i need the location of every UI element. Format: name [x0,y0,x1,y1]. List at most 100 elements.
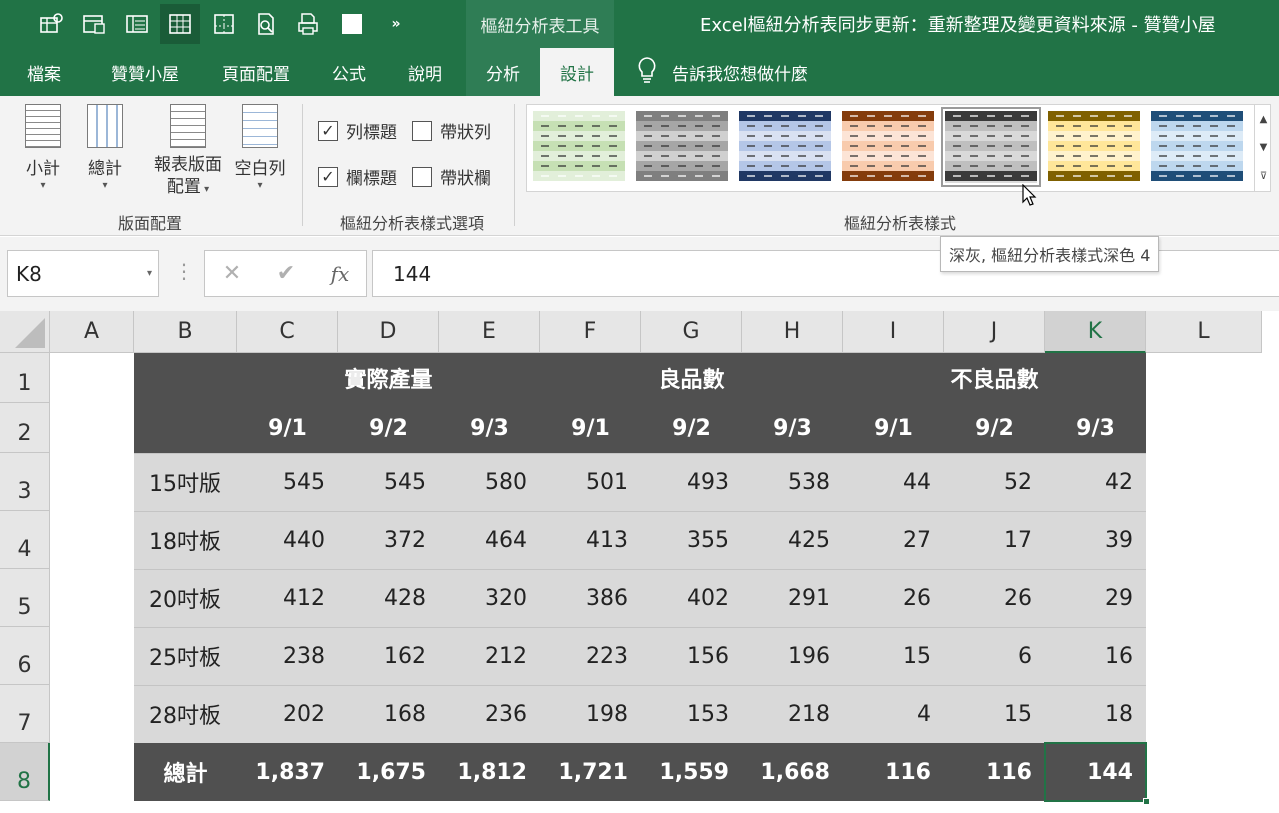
column-header-c[interactable]: C [237,311,338,353]
gallery-more-icon[interactable]: ⊽ [1254,161,1272,191]
pivot-layout-icon[interactable] [74,4,114,44]
row-header-7[interactable]: 7 [0,685,50,743]
pivot-refresh-icon[interactable] [32,4,72,44]
pivot-value-cell[interactable]: 291 [742,569,843,627]
pivot-value-cell[interactable]: 236 [439,685,540,743]
pivot-value-cell[interactable]: 18 [1045,685,1146,743]
pivot-date-header[interactable]: 9/2 [641,403,742,453]
pivot-row-label[interactable]: 20吋板 [134,569,237,627]
pivot-total-cell[interactable]: 1,721 [540,743,641,801]
tab-page-layout[interactable]: 頁面配置 [210,48,302,96]
pivot-row-label[interactable]: 25吋板 [134,627,237,685]
pivot-value-cell[interactable]: 386 [540,569,641,627]
tab-help[interactable]: 說明 [395,48,455,96]
tab-file[interactable]: 檔案 [14,48,74,96]
pivot-value-cell[interactable]: 440 [237,511,338,569]
pivot-value-cell[interactable]: 218 [742,685,843,743]
pivot-value-cell[interactable]: 26 [843,569,944,627]
row-header-4[interactable]: 4 [0,511,50,569]
banded-rows-checkbox[interactable]: 帶狀列 [412,118,491,143]
pivot-value-cell[interactable]: 168 [338,685,439,743]
row-header-5[interactable]: 5 [0,569,50,627]
pivot-value-cell[interactable]: 15 [843,627,944,685]
pivot-group-header[interactable]: 實際產量 [237,353,540,403]
pivot-total-cell[interactable]: 1,559 [641,743,742,801]
style-swatch-gray-dark-4[interactable] [941,107,1041,187]
pivot-date-header[interactable]: 9/3 [1045,403,1146,453]
pivot-value-cell[interactable]: 26 [944,569,1045,627]
pivot-value-cell[interactable]: 198 [540,685,641,743]
blank-rows-button[interactable]: 空白列 ▾ [232,104,288,193]
pivot-value-cell[interactable]: 320 [439,569,540,627]
pivot-total-label[interactable]: 總計 [134,743,237,801]
pivot-date-header[interactable]: 9/3 [439,403,540,453]
column-header-h[interactable]: H [742,311,843,353]
style-swatch-blue-dark[interactable] [739,111,831,183]
tell-me-box[interactable]: 告訴我您想做什麼 [636,48,808,96]
style-swatch-orange-dark[interactable] [842,111,934,183]
pivot-value-cell[interactable]: 580 [439,453,540,511]
pivot-date-header[interactable]: 9/3 [742,403,843,453]
pivot-total-cell[interactable]: 1,675 [338,743,439,801]
pivot-value-cell[interactable]: 238 [237,627,338,685]
pivot-row-label[interactable]: 28吋板 [134,685,237,743]
pivot-group-header[interactable]: 良品數 [540,353,843,403]
pivot-value-cell[interactable]: 29 [1045,569,1146,627]
pivot-value-cell[interactable]: 153 [641,685,742,743]
enter-icon[interactable]: ✔ [259,251,313,296]
pivot-date-header[interactable]: 9/2 [944,403,1045,453]
tab-analyze[interactable]: 分析 [466,48,540,96]
pivot-value-cell[interactable]: 402 [641,569,742,627]
pivot-value-cell[interactable]: 52 [944,453,1045,511]
print-icon[interactable] [288,4,328,44]
more-icon[interactable]: » [376,4,416,44]
row-header-8[interactable]: 8 [0,743,50,801]
pivot-value-cell[interactable]: 196 [742,627,843,685]
chevron-down-icon[interactable]: ▾ [147,268,152,279]
column-header-j[interactable]: J [944,311,1045,353]
column-header-e[interactable]: E [439,311,540,353]
pivot-date-header[interactable]: 9/1 [237,403,338,453]
pivot-value-cell[interactable]: 42 [1045,453,1146,511]
field-list-icon[interactable] [117,4,157,44]
report-layout-button[interactable]: 報表版面 配置 ▾ [150,104,226,198]
pivot-total-cell[interactable]: 116 [944,743,1045,801]
pivot-date-header[interactable]: 9/1 [843,403,944,453]
pivot-value-cell[interactable]: 162 [338,627,439,685]
row-header-6[interactable]: 6 [0,627,50,685]
row-header-2[interactable]: 2 [0,403,50,453]
pivot-value-cell[interactable]: 156 [641,627,742,685]
pivot-value-cell[interactable]: 202 [237,685,338,743]
column-header-g[interactable]: G [641,311,742,353]
pivot-value-cell[interactable]: 501 [540,453,641,511]
pivot-value-cell[interactable]: 15 [944,685,1045,743]
pivot-total-cell[interactable]: 1,837 [237,743,338,801]
pivot-total-cell[interactable]: 1,668 [742,743,843,801]
pivot-total-cell[interactable]: 1,812 [439,743,540,801]
pivot-group-header[interactable]: 不良品數 [843,353,1146,403]
pivot-value-cell[interactable]: 27 [843,511,944,569]
name-box[interactable]: K8 ▾ [7,250,159,297]
style-swatch-gold-dark[interactable] [1048,111,1140,183]
cancel-icon[interactable]: ✕ [205,251,259,296]
row-header-3[interactable]: 3 [0,453,50,511]
layout-icon[interactable] [204,4,244,44]
pivot-value-cell[interactable]: 428 [338,569,439,627]
pivot-value-cell[interactable]: 425 [742,511,843,569]
blank-icon[interactable] [332,4,372,44]
pivot-value-cell[interactable]: 4 [843,685,944,743]
column-header-a[interactable]: A [50,311,134,353]
tab-formulas[interactable]: 公式 [318,48,380,96]
gallery-scroll-up-icon[interactable]: ▲ [1254,105,1272,133]
column-header-d[interactable]: D [338,311,439,353]
pivot-value-cell[interactable]: 412 [237,569,338,627]
pivot-value-cell[interactable]: 17 [944,511,1045,569]
style-swatch-gray-medium[interactable] [636,111,728,183]
pivot-value-cell[interactable]: 223 [540,627,641,685]
pivot-value-cell[interactable]: 413 [540,511,641,569]
row-header-1[interactable]: 1 [0,353,50,403]
formula-bar-grip-icon[interactable]: ⋮ [174,261,194,281]
column-header-f[interactable]: F [540,311,641,353]
pivot-date-header[interactable]: 9/2 [338,403,439,453]
pivot-value-cell[interactable]: 372 [338,511,439,569]
